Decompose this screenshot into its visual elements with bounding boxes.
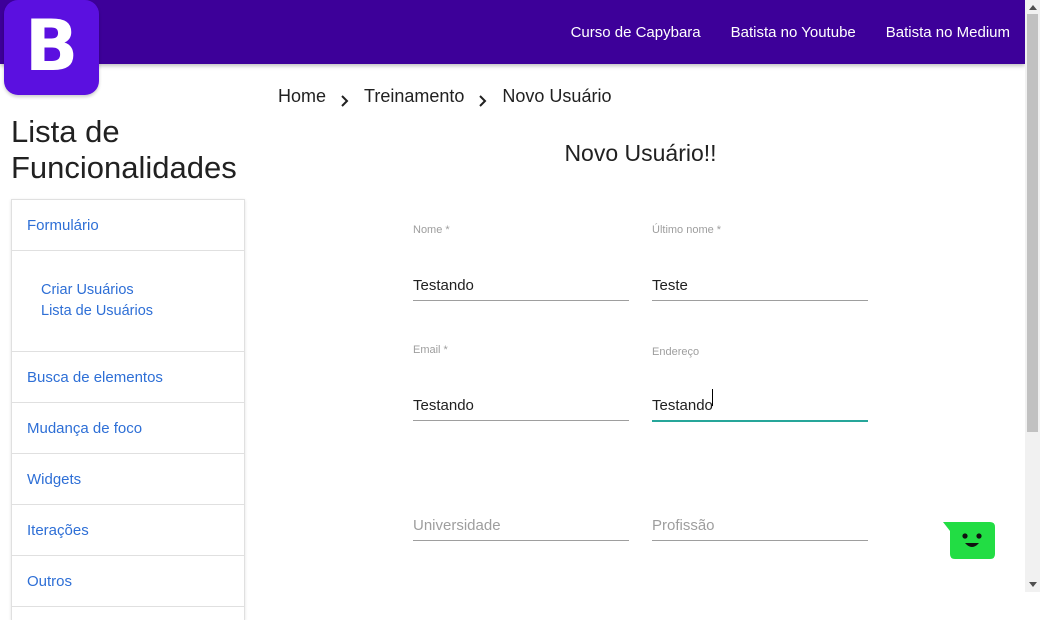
chevron-right-icon — [464, 94, 502, 107]
field-nome: Nome * — [413, 222, 629, 302]
field-profissao — [652, 462, 868, 542]
universidade-input[interactable] — [413, 510, 629, 541]
sidebar-subitem-lista-usuarios[interactable]: Lista de Usuários — [41, 301, 244, 322]
nav-link-curso-capybara[interactable]: Curso de Capybara — [571, 24, 701, 41]
breadcrumb-novo-usuario: Novo Usuário — [502, 86, 612, 106]
nav-link-youtube[interactable]: Batista no Youtube — [731, 24, 856, 41]
nome-input[interactable] — [413, 270, 629, 301]
ultimo-nome-label: Último nome * — [652, 224, 722, 236]
chevron-right-icon — [326, 94, 364, 107]
ultimo-nome-input[interactable] — [652, 270, 868, 301]
sidebar-item-mudanca-foco[interactable]: Mudança de foco — [12, 403, 244, 454]
field-universidade — [413, 462, 629, 542]
scroll-down-icon[interactable] — [1025, 577, 1040, 591]
text-caret — [712, 389, 713, 406]
bootstrap-logo[interactable]: B — [4, 0, 99, 95]
sidebar-item-widgets[interactable]: Widgets — [12, 454, 244, 505]
sidebar-menu: Formulário Criar Usuários Lista de Usuár… — [11, 199, 245, 620]
nome-label: Nome * — [413, 224, 450, 236]
email-label: Email * — [413, 344, 448, 356]
form-title: Novo Usuário!! — [564, 140, 717, 166]
chat-widget-button[interactable] — [943, 521, 995, 559]
breadcrumb-treinamento[interactable]: Treinamento — [364, 86, 464, 107]
sidebar-submenu-formulario: Criar Usuários Lista de Usuários — [12, 251, 244, 352]
scrollbar-thumb[interactable] — [1027, 14, 1038, 432]
breadcrumb: Home Treinamento Novo Usuário — [278, 86, 611, 107]
profissao-input[interactable] — [652, 510, 868, 541]
endereco-input[interactable] — [652, 390, 868, 422]
sidebar-item-outros[interactable]: Outros — [12, 556, 244, 607]
field-endereco: Endereço — [652, 342, 868, 422]
field-ultimo-nome: Último nome * — [652, 222, 868, 302]
field-email: Email * — [413, 342, 629, 422]
nav-links: Curso de Capybara Batista no Youtube Bat… — [541, 0, 1010, 64]
sidebar-item-iteracoes[interactable]: Iterações — [12, 505, 244, 556]
chat-bot-icon — [943, 522, 995, 559]
logo-letter: B — [24, 4, 79, 87]
email-input[interactable] — [413, 390, 629, 421]
sidebar-item-formulario[interactable]: Formulário — [12, 200, 244, 251]
endereco-label: Endereço — [652, 346, 700, 358]
sidebar-item-busca-elementos[interactable]: Busca de elementos — [12, 352, 244, 403]
scroll-up-icon[interactable] — [1025, 0, 1040, 14]
breadcrumb-home[interactable]: Home — [278, 86, 326, 107]
sidebar-subitem-criar-usuarios[interactable]: Criar Usuários — [41, 280, 244, 301]
nav-link-medium[interactable]: Batista no Medium — [886, 24, 1010, 41]
top-navbar: Curso de Capybara Batista no Youtube Bat… — [0, 0, 1025, 64]
